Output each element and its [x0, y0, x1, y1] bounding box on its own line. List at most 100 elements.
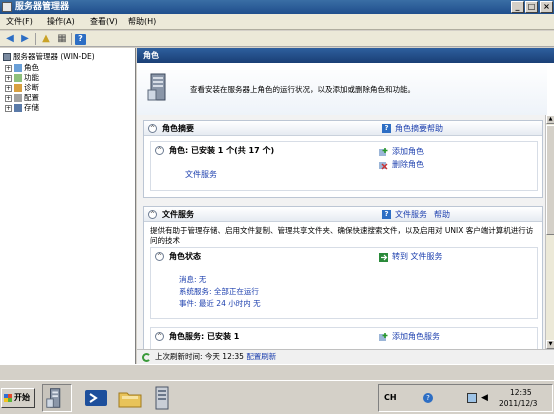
events-status[interactable]: 事件: 最近 24 小时内 无: [179, 299, 261, 309]
tree-item-roles[interactable]: + 角色: [5, 63, 39, 73]
section-title: 文件服务: [162, 210, 194, 219]
configuration-icon: [14, 94, 22, 102]
remove-roles-icon: [379, 162, 388, 170]
last-refresh-label: 上次刷新时间: 今天 12:35: [155, 352, 244, 361]
file-services-description: 提供有助于管理存储、启用文件复制、管理共享文件夹、确保快速搜索文件，以及启用对 …: [150, 226, 534, 245]
diagnostics-icon: [14, 84, 22, 92]
taskbar: 开始 CH ? ◀ 12:35 2011/12/3: [0, 380, 554, 414]
collapse-icon[interactable]: ^: [155, 332, 164, 341]
menu-action[interactable]: 操作(A): [45, 16, 77, 28]
start-label: 开始: [14, 393, 30, 402]
features-icon: [14, 74, 22, 82]
forward-arrow-icon[interactable]: ▶: [18, 32, 32, 46]
add-roles-link[interactable]: 添加角色: [392, 147, 424, 157]
server-manager-app-icon: [2, 2, 12, 12]
server-roles-icon: [147, 73, 166, 101]
help-icon: ?: [382, 124, 391, 133]
add-roles-icon: [379, 148, 388, 156]
role-services-subbox: ^ 角色服务: 已安装 1 添加角色服务: [150, 327, 538, 349]
collapse-icon[interactable]: ^: [148, 210, 157, 219]
tree-item-diagnostics[interactable]: + 诊断: [5, 83, 39, 93]
content-pane: 角色 查看安装在服务器上角色的运行状况，以及添加或删除角色和功能。 ^ 角色摘要…: [137, 48, 554, 364]
roles-subbox: ^ 角色: 已安装 1 个(共 17 个) 文件服务 添加角色 删除角色: [150, 141, 538, 191]
help-icon[interactable]: ?: [75, 34, 86, 45]
refresh-status-bar: 上次刷新时间: 今天 12:35 配置刷新: [137, 349, 554, 364]
role-link-file-services[interactable]: 文件服务: [185, 169, 217, 180]
collapse-icon[interactable]: ^: [155, 252, 164, 261]
collapse-icon[interactable]: ^: [155, 146, 164, 155]
tray-help-icon[interactable]: ?: [423, 393, 433, 403]
tree-root-label: 服务器管理器 (WIN-DE): [13, 52, 95, 61]
roles-icon: [14, 64, 22, 72]
toolbar-separator: [35, 33, 36, 45]
file-services-help-link[interactable]: 文件服务: [395, 209, 427, 220]
minimize-button[interactable]: _: [511, 1, 524, 13]
menu-view[interactable]: 查看(V): [88, 16, 120, 28]
roles-scroll-area: ^ 角色摘要 ? 角色摘要帮助 ^ 角色: 已安装 1 个(共 17 个) 文件…: [137, 115, 545, 349]
expand-icon[interactable]: +: [5, 104, 12, 112]
roles-summary-help-link[interactable]: 角色摘要帮助: [395, 123, 443, 134]
expand-icon[interactable]: +: [5, 94, 12, 102]
system-tray: CH ? ◀ 12:35 2011/12/3: [378, 384, 553, 412]
server-manager-taskbar-icon[interactable]: [42, 384, 72, 412]
vertical-scrollbar[interactable]: ▲ ▼: [545, 115, 554, 349]
clock-date[interactable]: 2011/12/3: [499, 399, 537, 409]
expand-icon[interactable]: +: [5, 64, 12, 72]
roles-summary-section: ^ 角色摘要 ? 角色摘要帮助 ^ 角色: 已安装 1 个(共 17 个) 文件…: [143, 120, 543, 198]
section-title: 角色摘要: [162, 124, 194, 133]
role-services-installed: 角色服务: 已安装 1: [169, 332, 240, 341]
start-button[interactable]: 开始: [1, 388, 35, 408]
go-to-icon: [379, 253, 388, 262]
clock-time[interactable]: 12:35: [510, 388, 532, 398]
messages-status[interactable]: 消息: 无: [179, 275, 206, 285]
remove-roles-link[interactable]: 删除角色: [392, 160, 424, 170]
tree-item-configuration[interactable]: + 配置: [5, 93, 39, 103]
system-services-value: 全部正在运行: [213, 287, 259, 296]
network-icon[interactable]: [467, 393, 477, 403]
messages-label: 消息:: [179, 275, 199, 284]
storage-icon: [14, 104, 22, 112]
scrollbar-thumb[interactable]: [546, 125, 554, 235]
collapse-icon[interactable]: ^: [148, 124, 157, 133]
tree-item-root[interactable]: 服务器管理器 (WIN-DE): [3, 52, 95, 62]
tree-item-storage[interactable]: + 存储: [5, 103, 39, 113]
configure-refresh-link[interactable]: 配置刷新: [246, 352, 276, 361]
server-document-icon[interactable]: [147, 384, 177, 412]
messages-value: 无: [198, 275, 207, 284]
expand-icon[interactable]: +: [5, 74, 12, 82]
expand-icon[interactable]: +: [5, 84, 12, 92]
toolbar-separator: [71, 33, 72, 45]
system-services-status[interactable]: 系统服务: 全部正在运行: [179, 287, 259, 297]
server-icon: [3, 53, 11, 61]
add-role-services-link[interactable]: 添加角色服务: [392, 332, 440, 342]
up-folder-icon[interactable]: ▲: [39, 32, 53, 46]
events-label: 事件:: [179, 299, 199, 308]
menu-help[interactable]: 帮助(H): [126, 16, 158, 28]
tree-item-features[interactable]: + 功能: [5, 73, 39, 83]
windows-logo-icon: [4, 394, 12, 402]
tree-item-label: 存储: [24, 103, 39, 112]
window-bottom-strip: [0, 364, 554, 380]
maximize-button[interactable]: □: [525, 1, 538, 13]
explorer-folder-icon[interactable]: [115, 384, 145, 412]
menu-bar: 文件(F) 操作(A) 查看(V) 帮助(H): [0, 14, 554, 30]
file-services-help-link-2[interactable]: 帮助: [434, 209, 450, 220]
scroll-up-icon[interactable]: ▲: [546, 115, 554, 124]
events-value: 最近 24 小时内 无: [198, 299, 261, 308]
back-arrow-icon[interactable]: ◀: [3, 32, 17, 46]
volume-icon[interactable]: ◀: [481, 393, 491, 403]
title-bar: 服务器管理器 _ □ ×: [0, 0, 554, 14]
file-services-section: ^ 文件服务 ? 文件服务 帮助 提供有助于管理存储、启用文件复制、管理共享文件…: [143, 206, 543, 349]
add-role-services-icon: [379, 333, 388, 341]
show-hide-tree-icon[interactable]: ▦: [55, 32, 69, 46]
menu-file[interactable]: 文件(F): [4, 16, 35, 28]
close-button[interactable]: ×: [540, 1, 553, 13]
content-header: 角色: [137, 48, 554, 63]
navigation-tree: 服务器管理器 (WIN-DE) + 角色 + 功能 + 诊断 + 配置 + 存储: [0, 48, 136, 364]
scroll-down-icon[interactable]: ▼: [546, 340, 554, 349]
powershell-icon[interactable]: [81, 384, 111, 412]
section-header: ^ 角色摘要 ? 角色摘要帮助: [144, 121, 542, 136]
go-to-file-services-link[interactable]: 转到 文件服务: [392, 252, 443, 262]
language-indicator[interactable]: CH: [384, 393, 397, 402]
toolbar: ◀ ▶ ▲ ▦ ?: [0, 31, 554, 47]
